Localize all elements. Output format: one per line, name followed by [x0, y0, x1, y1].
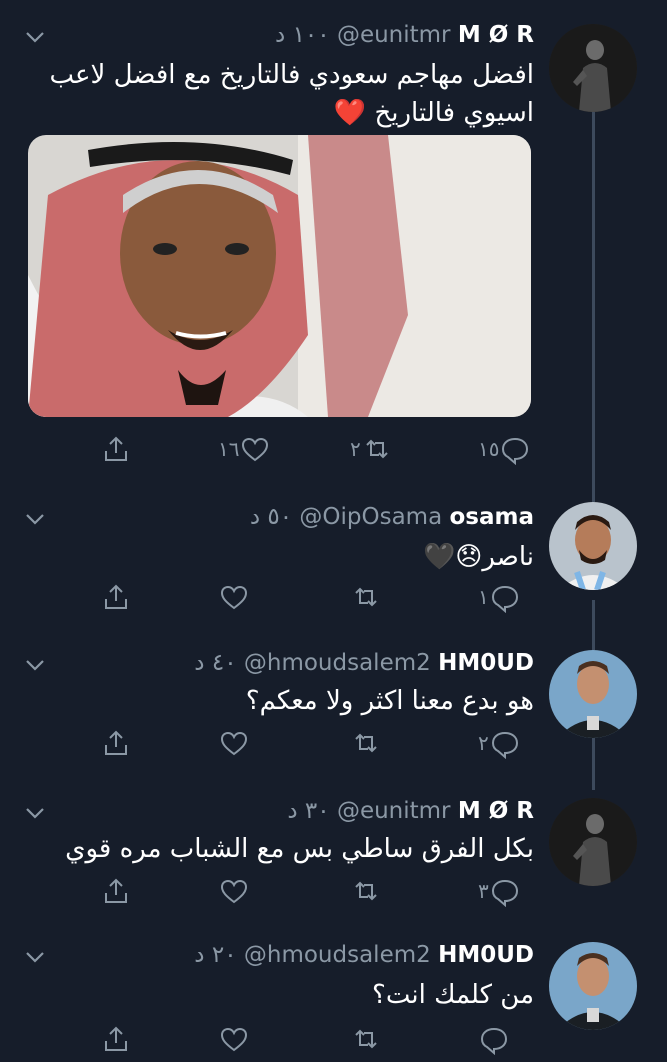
tweet-header: ٣٠ د @eunitmr M Ø R — [287, 798, 534, 824]
share-action[interactable] — [100, 580, 132, 614]
timestamp: ٣٠ د — [287, 798, 330, 824]
tweet-actions: ٢ — [100, 726, 540, 766]
reply-icon — [480, 1027, 508, 1055]
chevron-down-icon[interactable] — [24, 654, 46, 676]
retweet-icon — [355, 1029, 377, 1049]
display-name[interactable]: HM0UD — [438, 942, 534, 968]
share-icon — [105, 878, 127, 903]
avatar[interactable] — [549, 650, 637, 738]
like-action[interactable] — [218, 580, 250, 614]
heart-icon — [220, 585, 248, 610]
tweet-text: هو بدع معنا اكثر ولا معكم؟ — [245, 686, 534, 716]
chevron-down-icon[interactable] — [24, 802, 46, 824]
reply-count: ١ — [478, 585, 489, 609]
timestamp: ٥٠ د — [249, 504, 293, 530]
retweet-action[interactable] — [350, 580, 382, 614]
chevron-down-icon[interactable] — [24, 946, 46, 968]
like-action[interactable] — [218, 874, 250, 908]
reply-action[interactable]: ١٥ — [478, 432, 531, 466]
tweet-actions — [100, 1022, 540, 1062]
display-name[interactable]: M Ø R — [458, 22, 534, 48]
reply-action[interactable]: ٣ — [478, 874, 521, 908]
reply-action[interactable]: ٢ — [478, 726, 521, 760]
like-count: ١٦ — [218, 437, 240, 461]
reply-icon — [502, 437, 529, 465]
user-handle[interactable]: @hmoudsalem2 — [244, 650, 431, 676]
tweet-header: ٤٠ د @hmoudsalem2 HM0UD — [194, 650, 534, 676]
like-action[interactable] — [218, 1022, 250, 1056]
avatar[interactable] — [549, 24, 637, 112]
heart-icon — [242, 437, 269, 462]
share-icon — [105, 436, 127, 461]
heart-icon — [220, 731, 248, 756]
heart-icon — [220, 1027, 248, 1052]
share-icon — [105, 584, 127, 609]
tweet-text: بكل الفرق ساطي بس مع الشباب مره قوي — [65, 834, 534, 864]
tweet-header: ٥٠ د @OipOsama osama — [250, 504, 534, 530]
chevron-down-icon[interactable] — [24, 26, 46, 48]
display-name[interactable]: M Ø R — [458, 798, 534, 824]
tweet-text: افضل مهاجم سعودي فالتاريخ مع افضل لاعب ا… — [49, 60, 534, 128]
heart-icon — [220, 879, 248, 904]
retweet-icon — [355, 587, 377, 607]
retweet-icon — [366, 439, 388, 459]
tweet-text: ناصر😞🖤 — [422, 542, 534, 572]
tweet-actions: ٣ — [100, 874, 540, 914]
like-action[interactable] — [218, 726, 250, 760]
like-action[interactable]: ١٦ — [218, 432, 271, 466]
timestamp: ١٠٠ د — [275, 22, 330, 48]
share-icon — [105, 1026, 127, 1051]
tweet[interactable]: ٤٠ د @hmoudsalem2 HM0UD هو بدع معنا اكثر… — [0, 630, 667, 780]
reply-icon — [491, 731, 518, 759]
reply-icon — [491, 879, 518, 907]
timestamp: ٤٠ د — [194, 650, 237, 676]
retweet-icon — [355, 881, 377, 901]
avatar[interactable] — [549, 798, 637, 886]
share-action[interactable] — [100, 726, 132, 760]
display-name[interactable]: HM0UD — [438, 650, 534, 676]
tweet[interactable]: ٥٠ د @OipOsama osama ناصر😞🖤 ١ — [0, 480, 667, 630]
tweet[interactable]: ٣٠ د @eunitmr M Ø R بكل الفرق ساطي بس مع… — [0, 780, 667, 930]
retweet-action[interactable]: ٢ — [350, 432, 393, 466]
share-action[interactable] — [100, 1022, 132, 1056]
chevron-down-icon[interactable] — [24, 508, 46, 530]
retweet-action[interactable] — [350, 1022, 382, 1056]
tweet[interactable]: ١٠٠ د @eunitmr M Ø R افضل مهاجم سعودي فا… — [0, 0, 667, 480]
timestamp: ٢٠ د — [194, 942, 237, 968]
reply-count: ٣ — [478, 879, 489, 903]
share-icon — [105, 730, 127, 755]
reply-count: ٢ — [478, 731, 489, 755]
reply-icon — [491, 585, 518, 613]
reply-action[interactable] — [478, 1022, 510, 1056]
retweet-count: ٢ — [350, 437, 361, 461]
retweet-icon — [355, 733, 377, 753]
avatar[interactable] — [549, 502, 637, 590]
user-handle[interactable]: @eunitmr — [337, 798, 451, 824]
share-action[interactable] — [100, 432, 132, 466]
user-handle[interactable]: @hmoudsalem2 — [244, 942, 431, 968]
user-handle[interactable]: @eunitmr — [337, 22, 451, 48]
tweet-actions: ١ — [100, 580, 540, 620]
reply-count: ١٥ — [478, 437, 500, 461]
display-name[interactable]: osama — [450, 504, 535, 530]
tweet-actions: ١٥ ٢ ١٦ — [100, 432, 540, 472]
tweet-header: ٢٠ د @hmoudsalem2 HM0UD — [194, 942, 534, 968]
retweet-action[interactable] — [350, 726, 382, 760]
avatar[interactable] — [549, 942, 637, 1030]
tweet[interactable]: ٢٠ د @hmoudsalem2 HM0UD من كلمك انت؟ — [0, 930, 667, 1055]
share-action[interactable] — [100, 874, 132, 908]
retweet-action[interactable] — [350, 874, 382, 908]
user-handle[interactable]: @OipOsama — [299, 504, 442, 530]
tweet-header: ١٠٠ د @eunitmr M Ø R — [275, 22, 534, 48]
tweet-text: من كلمك انت؟ — [372, 980, 534, 1010]
reply-action[interactable]: ١ — [478, 580, 521, 614]
tweet-photo[interactable] — [28, 135, 531, 417]
